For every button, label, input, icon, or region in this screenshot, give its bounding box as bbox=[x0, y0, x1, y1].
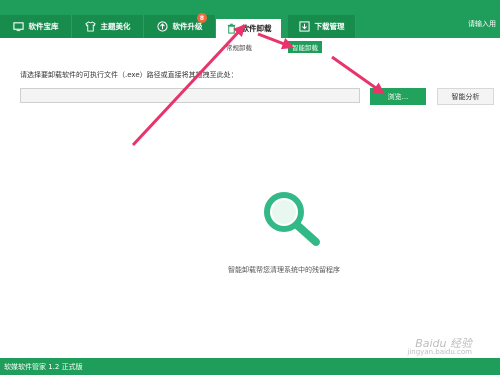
upgrade-icon bbox=[156, 21, 168, 32]
watermark-url: jingyan.baidu.com bbox=[407, 348, 472, 356]
smart-analyze-button[interactable]: 智能分析 bbox=[437, 88, 494, 105]
tab-uninstall[interactable]: 软件卸载 bbox=[216, 19, 281, 38]
path-prompt-label: 请选择要卸载软件的可执行文件（.exe）路径或直接将其拖拽至此处： bbox=[20, 71, 238, 79]
download-icon bbox=[298, 21, 310, 32]
tab-software-library[interactable]: 软件宝库 bbox=[0, 15, 72, 38]
browse-button[interactable]: 浏览... bbox=[370, 88, 426, 105]
magnifier-icon bbox=[264, 192, 320, 246]
tab-label: 软件宝库 bbox=[28, 22, 59, 31]
tab-label: 主题美化 bbox=[100, 22, 131, 31]
version-label: 软媒软件管家 1.2 正式版 bbox=[4, 363, 83, 371]
login-link[interactable]: 请输入用 bbox=[468, 19, 496, 29]
top-navigation-bar: 软件宝库 主题美化 软件升级 8 软件卸载 下载管理 请输入用 bbox=[0, 0, 500, 38]
uninstall-subtabs: 常规卸载 智能卸载 bbox=[0, 41, 500, 54]
trash-icon bbox=[227, 23, 235, 34]
monitor-icon bbox=[12, 22, 24, 32]
subtab-normal-uninstall[interactable]: 常规卸载 bbox=[222, 41, 256, 53]
subtab-smart-uninstall[interactable]: 智能卸载 bbox=[288, 41, 322, 53]
shirt-icon bbox=[84, 21, 96, 32]
tab-label: 软件升级 bbox=[172, 22, 203, 31]
status-bar: 软媒软件管家 1.2 正式版 bbox=[0, 358, 500, 375]
tab-download[interactable]: 下载管理 bbox=[288, 15, 356, 38]
tab-label: 软件卸载 bbox=[241, 24, 272, 33]
tab-label: 下载管理 bbox=[314, 22, 345, 31]
annotation-arrows bbox=[131, 24, 385, 147]
tab-upgrade[interactable]: 软件升级 8 bbox=[144, 13, 216, 38]
smart-uninstall-hint: 智能卸载帮您清理系统中的残留程序 bbox=[228, 266, 340, 274]
exe-path-input[interactable] bbox=[20, 88, 360, 103]
tab-theme[interactable]: 主题美化 bbox=[72, 15, 144, 38]
update-count-badge: 8 bbox=[197, 13, 207, 23]
